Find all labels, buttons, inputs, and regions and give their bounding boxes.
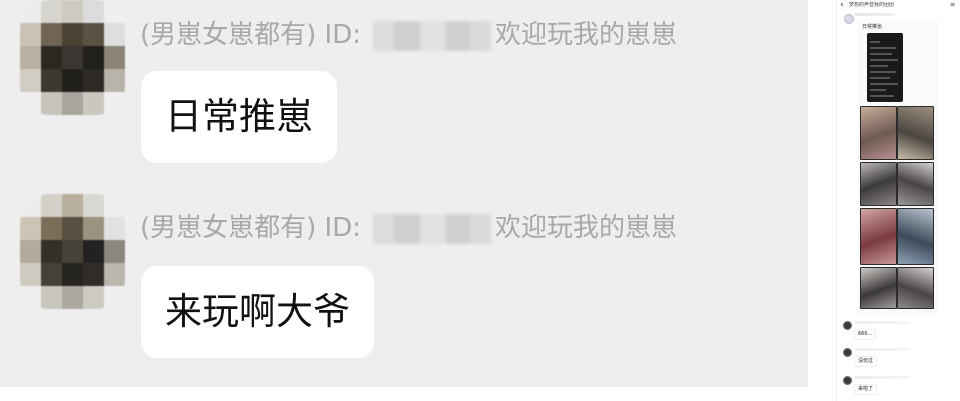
menu-icon[interactable]: ≡ — [950, 1, 955, 9]
message-bubble[interactable]: 来玩啊大爷 — [141, 266, 374, 358]
embedded-screenshot[interactable] — [867, 33, 903, 102]
sender-name — [855, 376, 910, 379]
avatar[interactable] — [20, 194, 125, 309]
message-bubble[interactable]: 来啦了 — [854, 384, 878, 395]
sender-label: (男崽女崽都有) ID: — [140, 213, 362, 243]
phone-screenshot: ‹ 梦想的声音我的团团 ≡ 日常推崽 666... 没玩过 来啦了 — [836, 0, 960, 401]
redacted-id — [373, 20, 492, 51]
sender-name: (男崽女崽都有) ID: 欢迎玩我的崽崽 — [140, 208, 677, 248]
character-card-image[interactable] — [897, 208, 934, 265]
sender-name — [855, 13, 895, 16]
avatar[interactable] — [843, 321, 852, 330]
card-caption: 日常推崽 — [862, 24, 883, 30]
avatar[interactable] — [843, 348, 852, 357]
message-bubble[interactable]: 日常推崽 — [141, 71, 337, 163]
character-card-image[interactable] — [860, 267, 897, 309]
sender-suffix: 欢迎玩我的崽崽 — [495, 213, 678, 243]
sender-suffix: 欢迎玩我的崽崽 — [495, 20, 678, 50]
chat-zoom-panel: (男崽女崽都有) ID: 欢迎玩我的崽崽 日常推崽 (男崽女崽都有) ID: 欢迎玩… — [0, 0, 808, 387]
sender-name: (男崽女崽都有) ID: 欢迎玩我的崽崽 — [140, 15, 677, 55]
character-card-image[interactable] — [897, 106, 934, 160]
sender-label: (男崽女崽都有) ID: — [140, 20, 362, 50]
redacted-id — [373, 213, 492, 244]
message-bubble[interactable]: 没玩过 — [854, 356, 878, 367]
message-bubble[interactable]: 666... — [854, 329, 877, 340]
avatar[interactable] — [20, 0, 125, 115]
character-card-image[interactable] — [860, 106, 897, 160]
phone-top-bar: ‹ 梦想的声音我的团团 ≡ — [837, 0, 960, 12]
avatar[interactable] — [844, 14, 854, 24]
sender-name — [855, 321, 910, 324]
character-card-image[interactable] — [897, 162, 934, 206]
character-card-image[interactable] — [860, 208, 897, 265]
back-arrow-icon[interactable]: ‹ — [840, 0, 844, 11]
avatar[interactable] — [843, 376, 852, 385]
character-card-image[interactable] — [860, 162, 897, 206]
character-card-image[interactable] — [897, 267, 934, 309]
chat-title: 梦想的声音我的团团 — [849, 2, 895, 8]
sender-name — [855, 348, 910, 351]
